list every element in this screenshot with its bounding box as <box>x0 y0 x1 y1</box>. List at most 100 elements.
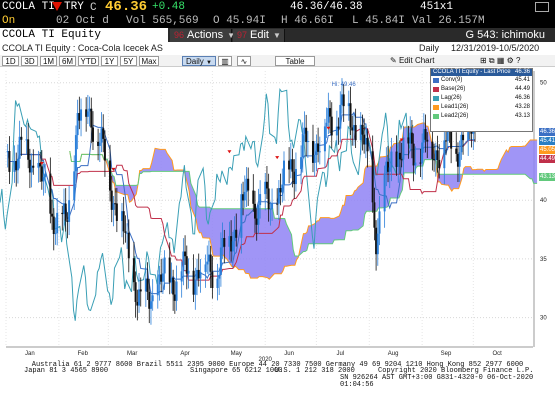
date-range[interactable]: 12/31/2019-10/5/2020 <box>451 42 539 55</box>
candle-body <box>136 301 139 306</box>
candle-body <box>56 212 59 234</box>
candle-body <box>207 254 210 262</box>
security-description: CCOLA TI Equity : Coca-Cola Icecek AS <box>2 43 163 53</box>
candle-body <box>265 181 268 189</box>
range-ytd-button[interactable]: YTD <box>78 56 99 66</box>
candle-body <box>329 108 332 117</box>
candle-body <box>187 270 190 274</box>
ticker-symbol[interactable]: CCOLA TI <box>2 1 55 13</box>
candle-body <box>383 173 386 212</box>
range-6m-button[interactable]: 6M <box>59 56 76 66</box>
legend-name: Lead1(26) <box>441 104 469 110</box>
period-select[interactable]: Daily ▼ <box>182 56 216 66</box>
range-1m-button[interactable]: 1M <box>40 56 57 66</box>
legend-value: 46.36 <box>514 95 530 101</box>
range-1y-button[interactable]: 1Y <box>101 56 118 66</box>
range-5y-button[interactable]: 5Y <box>120 56 137 66</box>
candle-body <box>303 127 306 134</box>
candle-body <box>414 162 417 166</box>
candle-body <box>230 236 233 252</box>
candle-body <box>175 281 178 301</box>
candle-body <box>271 203 274 210</box>
candle-body <box>98 142 101 146</box>
chart-tools[interactable]: ⊞ ⧉ ▦ ⚙ ? <box>480 56 521 66</box>
actions-number: 96 <box>174 30 185 40</box>
command-bar: CCOLA TI Equity 96 Actions ▼ 97 Edit ▼ G 543… <box>0 28 555 42</box>
candle-body <box>342 94 345 107</box>
candle-body <box>264 181 267 195</box>
legend-swatch <box>433 87 439 92</box>
legend-value: 43.28 <box>514 104 530 110</box>
legend-swatch <box>433 114 439 119</box>
table-button[interactable]: Table <box>275 56 315 66</box>
candle-body <box>364 137 367 145</box>
signal-marker <box>227 150 232 154</box>
candle-body <box>52 216 55 234</box>
candle-body <box>122 211 125 232</box>
candle-body <box>395 151 398 167</box>
actions-menu-button[interactable]: 96 Actions ▼ <box>170 29 235 42</box>
candle-body <box>124 231 127 233</box>
security-input[interactable]: CCOLA TI Equity <box>0 28 168 42</box>
candle-body <box>184 251 187 257</box>
candle-body <box>243 191 246 201</box>
candle-body <box>305 127 308 143</box>
legend-name: Conv(9) <box>441 77 463 83</box>
candle-body <box>49 173 52 214</box>
candle-body <box>443 140 446 169</box>
candle-body <box>390 151 393 168</box>
candle-body <box>462 134 465 141</box>
legend-title: CCOLA TI Equity - Last Price 46.36 <box>431 69 532 76</box>
x-tick-label: Oct <box>493 351 503 357</box>
candle-body <box>235 229 238 238</box>
period-label: Daily <box>186 57 204 66</box>
chart-panel[interactable]: 3035404550JanFebMarAprMayJunJulAugSepOct… <box>0 67 555 362</box>
candle-body <box>255 218 258 225</box>
candle-body <box>132 258 135 283</box>
candle-body <box>160 274 163 282</box>
chart-type-button[interactable]: ▥ <box>218 56 232 66</box>
candle-body <box>279 187 282 193</box>
candle-body <box>80 109 83 121</box>
candle-body <box>351 127 354 131</box>
candle-body <box>288 160 291 170</box>
candle-body <box>294 168 297 185</box>
quote-date: 02 Oct d <box>56 15 109 27</box>
chart-legend[interactable]: CCOLA TI Equity - Last Price 46.36 Conv(9… <box>430 68 533 132</box>
candle-body <box>211 271 214 289</box>
edit-menu-button[interactable]: 97 Edit ▼ <box>233 29 285 42</box>
low-price: L 45.84I <box>352 15 405 27</box>
candle-body <box>204 264 207 272</box>
chevron-down-icon: ▼ <box>206 60 212 66</box>
candle-body <box>349 103 352 128</box>
candle-body <box>44 173 47 178</box>
candle-body <box>431 141 434 159</box>
range-3d-button[interactable]: 3D <box>21 56 38 66</box>
line-chart-icon: ∿ <box>240 57 248 66</box>
range-max-button[interactable]: Max <box>139 56 159 66</box>
function-title: G 543: ichimoku <box>465 29 545 41</box>
candle-body <box>293 171 296 185</box>
legend-row: Lag(26) 46.36 <box>431 94 532 103</box>
edit-chart-button[interactable]: ✎ Edit Chart <box>390 56 435 66</box>
candle-body <box>242 194 245 201</box>
candle-body <box>276 203 279 205</box>
candle-body <box>90 108 93 128</box>
base-tag: 44.49 <box>539 155 555 163</box>
candle-body <box>223 237 226 247</box>
candle-body <box>323 126 326 152</box>
x-tick-label: Jun <box>284 351 294 357</box>
conv-tag: 45.41 <box>539 137 555 145</box>
candle-body <box>311 140 314 163</box>
candle-body <box>289 159 292 170</box>
page-icon[interactable] <box>535 2 549 12</box>
candle-body <box>199 271 202 279</box>
candle-body <box>456 153 459 167</box>
candle-body <box>422 129 425 143</box>
candle-body <box>37 162 40 168</box>
chart-settings-button[interactable]: ∿ <box>237 56 251 66</box>
candle-body <box>281 184 284 193</box>
candle-body <box>282 160 285 185</box>
candle-body <box>28 159 31 173</box>
range-1d-button[interactable]: 1D <box>2 56 19 66</box>
